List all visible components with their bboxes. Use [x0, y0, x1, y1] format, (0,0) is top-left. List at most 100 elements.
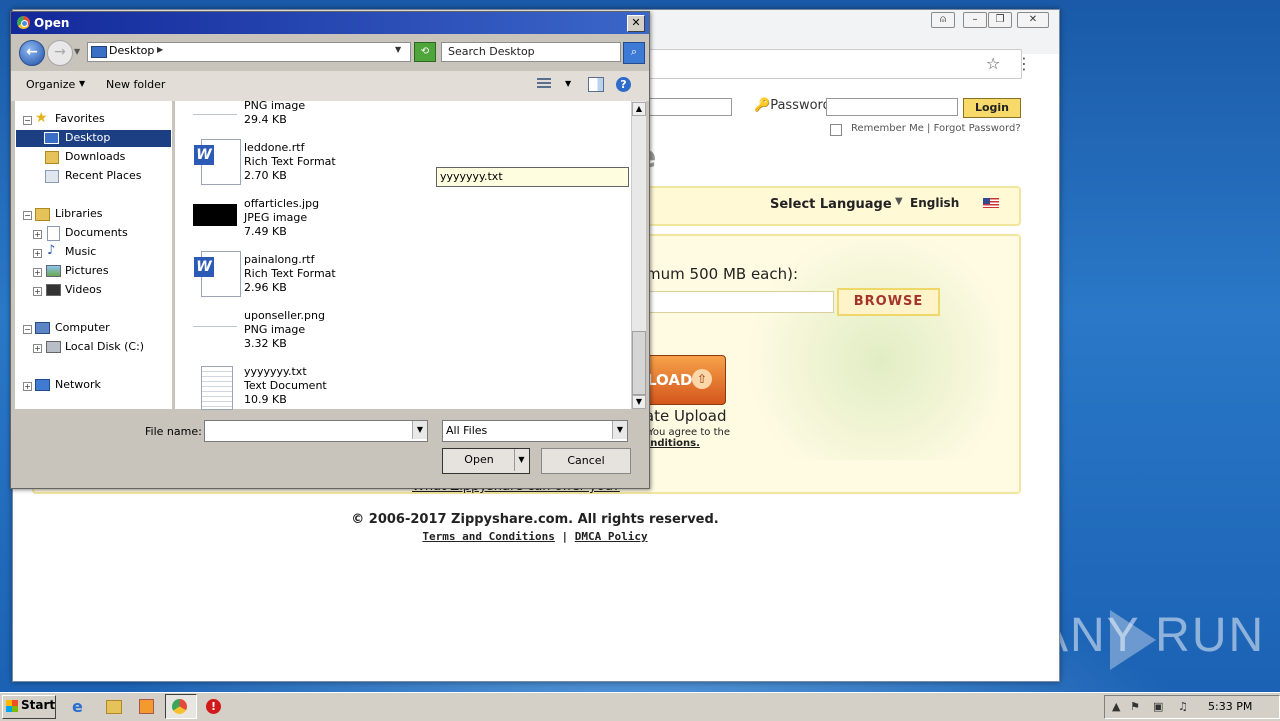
- file-type: Rich Text Format: [244, 155, 336, 168]
- remember-me-checkbox[interactable]: [830, 124, 842, 136]
- show-hidden-icons-icon[interactable]: ▲: [1112, 700, 1120, 713]
- file-type: Text Document: [244, 379, 327, 392]
- file-size: 2.70 KB: [244, 169, 287, 182]
- nav-videos[interactable]: Videos: [65, 282, 102, 298]
- max-size-text: timum 500 MB each):: [636, 265, 799, 283]
- nav-music[interactable]: Music: [65, 244, 96, 260]
- jpg-thumbnail: [193, 204, 237, 226]
- browse-button[interactable]: BROWSE: [837, 288, 940, 316]
- network-tray-icon[interactable]: ▣: [1153, 700, 1163, 713]
- file-type: PNG image: [244, 323, 306, 336]
- file-name[interactable]: uponseller.png: [244, 309, 325, 322]
- forward-button[interactable]: →: [47, 40, 73, 66]
- videos-icon: [46, 284, 61, 296]
- file-type-dropdown-icon[interactable]: ▼: [612, 421, 627, 439]
- file-name[interactable]: offarticles.jpg: [244, 197, 319, 210]
- star-icon: ★: [35, 110, 48, 126]
- profile-button[interactable]: ⍝: [931, 12, 955, 28]
- clock[interactable]: 5:33 PM: [1208, 700, 1252, 713]
- close-button[interactable]: ✕: [1017, 12, 1049, 28]
- restore-button[interactable]: ❐: [988, 12, 1012, 28]
- pictures-icon: [46, 265, 61, 277]
- media-player-icon[interactable]: [139, 699, 154, 714]
- collapse-icon[interactable]: −: [23, 325, 32, 334]
- nav-computer[interactable]: Computer: [55, 320, 110, 336]
- dialog-close-button[interactable]: ✕: [627, 15, 645, 32]
- view-dropdown-icon[interactable]: ▼: [565, 79, 571, 88]
- ie-icon[interactable]: e: [72, 697, 90, 716]
- scroll-down-icon[interactable]: ▼: [632, 395, 646, 409]
- file-name[interactable]: yyyyyyy.txt: [244, 365, 307, 378]
- windows-logo-icon: [6, 700, 18, 712]
- expand-icon[interactable]: +: [33, 249, 42, 258]
- file-name[interactable]: leddone.rtf: [244, 141, 304, 154]
- file-type: Rich Text Format: [244, 267, 336, 280]
- recent-locations-icon[interactable]: ▼: [74, 47, 80, 56]
- expand-icon[interactable]: +: [23, 382, 32, 391]
- address-bar[interactable]: [636, 49, 1022, 79]
- bookmark-star-icon[interactable]: ☆: [986, 54, 1000, 73]
- expand-icon[interactable]: +: [33, 287, 42, 296]
- search-placeholder: Search Desktop: [448, 45, 535, 58]
- file-size: 2.96 KB: [244, 281, 287, 294]
- open-options-icon[interactable]: ▼: [514, 449, 528, 471]
- file-size: 3.32 KB: [244, 337, 287, 350]
- nav-desktop[interactable]: Desktop: [65, 130, 110, 146]
- file-name-dropdown-icon[interactable]: ▼: [412, 421, 427, 439]
- cancel-button[interactable]: Cancel: [541, 448, 631, 474]
- password-input[interactable]: [826, 98, 958, 116]
- file-name-input[interactable]: [204, 420, 428, 442]
- nav-pictures[interactable]: Pictures: [65, 263, 109, 279]
- file-name[interactable]: painalong.rtf: [244, 253, 314, 266]
- volume-icon[interactable]: ♫: [1178, 700, 1188, 713]
- collapse-icon[interactable]: −: [23, 211, 32, 220]
- chevron-down-icon: ▼: [895, 196, 903, 207]
- username-input[interactable]: [636, 98, 732, 116]
- password-label: 🔑Password:: [754, 98, 836, 113]
- dialog-titlebar[interactable]: [11, 12, 649, 34]
- location-dropdown-icon[interactable]: ▼: [395, 45, 401, 54]
- rename-tooltip: yyyyyyy.txt: [436, 167, 629, 187]
- organize-button[interactable]: Organize: [26, 78, 75, 91]
- back-button[interactable]: ←: [19, 40, 45, 66]
- minimize-button[interactable]: –: [963, 12, 987, 28]
- action-center-flag-icon[interactable]: ⚑: [1130, 700, 1140, 713]
- warning-app-icon[interactable]: !: [206, 699, 221, 714]
- nav-documents[interactable]: Documents: [65, 225, 128, 241]
- nav-favorites[interactable]: Favorites: [55, 111, 105, 127]
- expand-icon[interactable]: +: [33, 230, 42, 239]
- view-options-icon[interactable]: [537, 78, 551, 90]
- disk-icon: [46, 341, 61, 353]
- help-icon[interactable]: ?: [616, 77, 631, 92]
- documents-icon: [47, 226, 60, 241]
- forgot-password-link[interactable]: Forgot Password?: [934, 123, 1021, 134]
- explorer-icon[interactable]: [106, 700, 122, 714]
- login-button[interactable]: Login: [963, 98, 1021, 118]
- breadcrumb-chevron-icon[interactable]: ▶: [157, 45, 163, 54]
- scroll-thumb[interactable]: [632, 331, 646, 395]
- expand-icon[interactable]: +: [33, 268, 42, 277]
- expand-icon[interactable]: +: [33, 344, 42, 353]
- nav-local-disk[interactable]: Local Disk (C:): [65, 339, 144, 355]
- terms-link[interactable]: Terms and Conditions: [422, 530, 554, 543]
- nav-network[interactable]: Network: [55, 377, 101, 393]
- preview-pane-icon[interactable]: [588, 77, 604, 92]
- scroll-up-icon[interactable]: ▲: [632, 102, 646, 116]
- file-path-field[interactable]: [636, 291, 834, 313]
- nav-downloads[interactable]: Downloads: [65, 149, 125, 165]
- nav-libraries[interactable]: Libraries: [55, 206, 103, 222]
- chevron-down-icon: ▼: [79, 79, 86, 88]
- collapse-icon[interactable]: −: [23, 116, 32, 125]
- dmca-link[interactable]: DMCA Policy: [575, 530, 648, 543]
- nav-recent-places[interactable]: Recent Places: [65, 168, 142, 184]
- open-dialog: Open ✕ ← → ▼ Desktop ▶ ▼ ⟲ Search Deskto…: [10, 11, 650, 489]
- file-size: 7.49 KB: [244, 225, 287, 238]
- libraries-icon: [35, 208, 50, 221]
- refresh-icon[interactable]: ⟲: [414, 42, 436, 62]
- upload-arrow-icon: ⇧: [692, 369, 712, 389]
- search-icon[interactable]: ⌕: [623, 42, 645, 64]
- desktop-icon: [44, 132, 59, 144]
- file-size: 10.9 KB: [244, 393, 287, 406]
- new-folder-button[interactable]: New folder: [106, 78, 165, 91]
- menu-icon[interactable]: ⋮: [1016, 54, 1032, 73]
